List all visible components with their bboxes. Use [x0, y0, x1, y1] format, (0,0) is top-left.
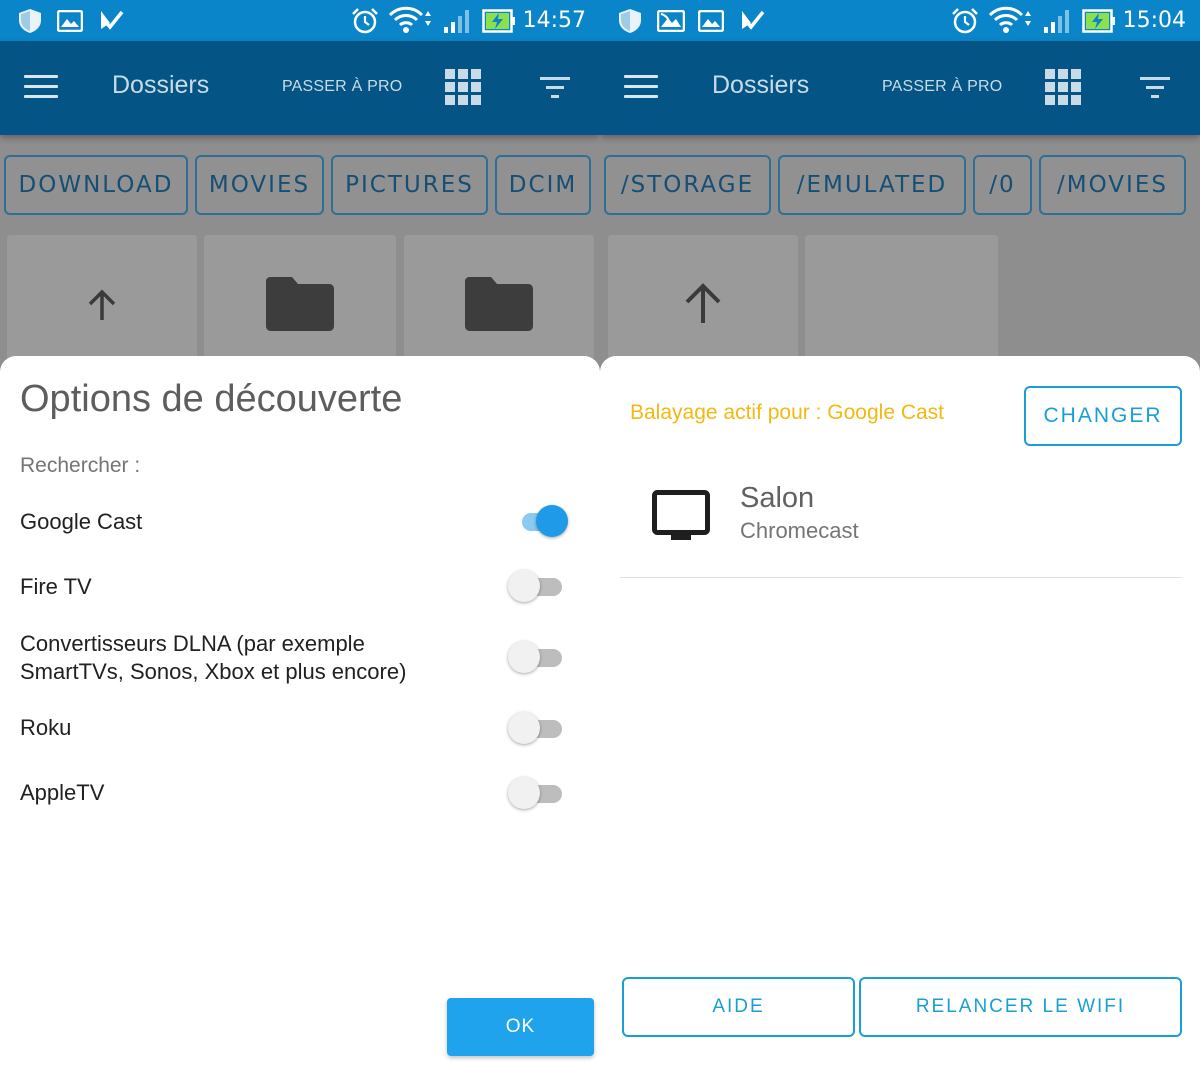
- dialog-title: Options de découverte: [20, 378, 403, 420]
- option-label: Convertisseurs DLNA (par exemple SmartTV…: [20, 630, 406, 686]
- image-icon: [57, 10, 83, 32]
- menu-icon[interactable]: [24, 75, 58, 99]
- device-picker-dialog: Balayage actif pour : Google Cast CHANGE…: [600, 356, 1200, 1068]
- check-icon: [101, 10, 124, 30]
- empty-tile: [805, 235, 998, 360]
- appletv-toggle[interactable]: [506, 773, 566, 813]
- shield-icon: [19, 9, 41, 33]
- breadcrumb-emulated[interactable]: /EMULATED: [778, 155, 966, 215]
- restart-wifi-button[interactable]: RELANCER LE WIFI: [859, 977, 1182, 1037]
- upgrade-pro-button[interactable]: PASSER À PRO: [882, 78, 1002, 96]
- breadcrumb: DOWNLOAD MOVIES PICTURES DCIM: [0, 155, 600, 217]
- status-bar: 14:57: [0, 0, 600, 41]
- device-item[interactable]: Salon Chromecast: [620, 466, 1182, 578]
- device-name: Salon: [740, 482, 815, 514]
- battery-charging-icon: [1082, 9, 1115, 33]
- fire-tv-toggle[interactable]: [506, 566, 566, 606]
- breadcrumb-download[interactable]: DOWNLOAD: [4, 155, 188, 215]
- option-label: Fire TV: [20, 574, 92, 599]
- folder-icon: [266, 277, 334, 331]
- option-label: Roku: [20, 715, 72, 740]
- dlna-toggle[interactable]: [506, 637, 566, 677]
- signal-icon: [1044, 10, 1069, 33]
- breadcrumb: /STORAGE /EMULATED /0 /MOVIES: [600, 155, 1200, 217]
- breadcrumb-storage[interactable]: /STORAGE: [604, 155, 771, 215]
- option-label-line: Convertisseurs DLNA (par exemple: [20, 631, 365, 656]
- arrow-up-icon: [685, 283, 721, 323]
- alarm-icon: [952, 8, 978, 34]
- battery-charging-icon: [482, 9, 515, 33]
- upgrade-pro-button[interactable]: PASSER À PRO: [282, 78, 402, 96]
- wifi-icon: [988, 6, 1031, 33]
- discovery-options-dialog: Options de découverte Rechercher : Googl…: [0, 356, 600, 1068]
- filter-icon[interactable]: [1140, 77, 1170, 99]
- breadcrumb-pictures[interactable]: PICTURES: [331, 155, 488, 215]
- menu-icon[interactable]: [624, 75, 658, 99]
- search-label: Rechercher :: [20, 454, 141, 477]
- google-cast-toggle[interactable]: [512, 501, 572, 541]
- change-button[interactable]: CHANGER: [1024, 386, 1182, 446]
- left-screen: 14:57 Dossiers PASSER À PRO DOWNLOAD MOV…: [0, 0, 600, 1068]
- tv-icon: [652, 490, 710, 540]
- image-icon: [698, 10, 724, 32]
- scan-status: Balayage actif pour : Google Cast: [630, 401, 945, 424]
- app-bar: Dossiers PASSER À PRO: [0, 41, 600, 135]
- app-bar: Dossiers PASSER À PRO: [600, 41, 1200, 135]
- check-icon: [742, 10, 765, 30]
- option-label: AppleTV: [20, 780, 105, 805]
- option-label: Google Cast: [20, 509, 143, 534]
- breadcrumb-movies[interactable]: /MOVIES: [1039, 155, 1186, 215]
- status-time: 15:04: [1122, 8, 1186, 33]
- wifi-icon: [388, 6, 431, 33]
- right-screen: 15:04 Dossiers PASSER À PRO /STORAGE /EM…: [600, 0, 1200, 1068]
- parent-folder-tile[interactable]: [7, 235, 197, 360]
- app-title: Dossiers: [112, 71, 210, 99]
- folder-icon: [465, 277, 533, 331]
- breadcrumb-dcim[interactable]: DCIM: [495, 155, 591, 215]
- roku-toggle[interactable]: [506, 708, 566, 748]
- folder-tile[interactable]: [404, 235, 594, 360]
- filter-icon[interactable]: [540, 77, 570, 99]
- breadcrumb-0[interactable]: /0: [973, 155, 1032, 215]
- breadcrumb-movies[interactable]: MOVIES: [195, 155, 324, 215]
- status-time: 14:57: [522, 8, 586, 33]
- app-title: Dossiers: [712, 71, 810, 99]
- cast-image-icon: [657, 10, 685, 32]
- grid-view-icon[interactable]: [445, 69, 481, 105]
- help-button[interactable]: AIDE: [622, 977, 855, 1037]
- option-label-line: SmartTVs, Sonos, Xbox et plus encore): [20, 659, 407, 684]
- signal-icon: [444, 10, 469, 33]
- status-bar: 15:04: [600, 0, 1200, 41]
- grid-view-icon[interactable]: [1045, 69, 1081, 105]
- parent-folder-tile[interactable]: [608, 235, 798, 360]
- ok-button[interactable]: OK: [447, 998, 594, 1056]
- alarm-icon: [352, 8, 378, 34]
- folder-tile[interactable]: [204, 235, 396, 360]
- shield-icon: [619, 9, 641, 33]
- device-type: Chromecast: [740, 518, 859, 543]
- arrow-up-icon: [88, 289, 116, 320]
